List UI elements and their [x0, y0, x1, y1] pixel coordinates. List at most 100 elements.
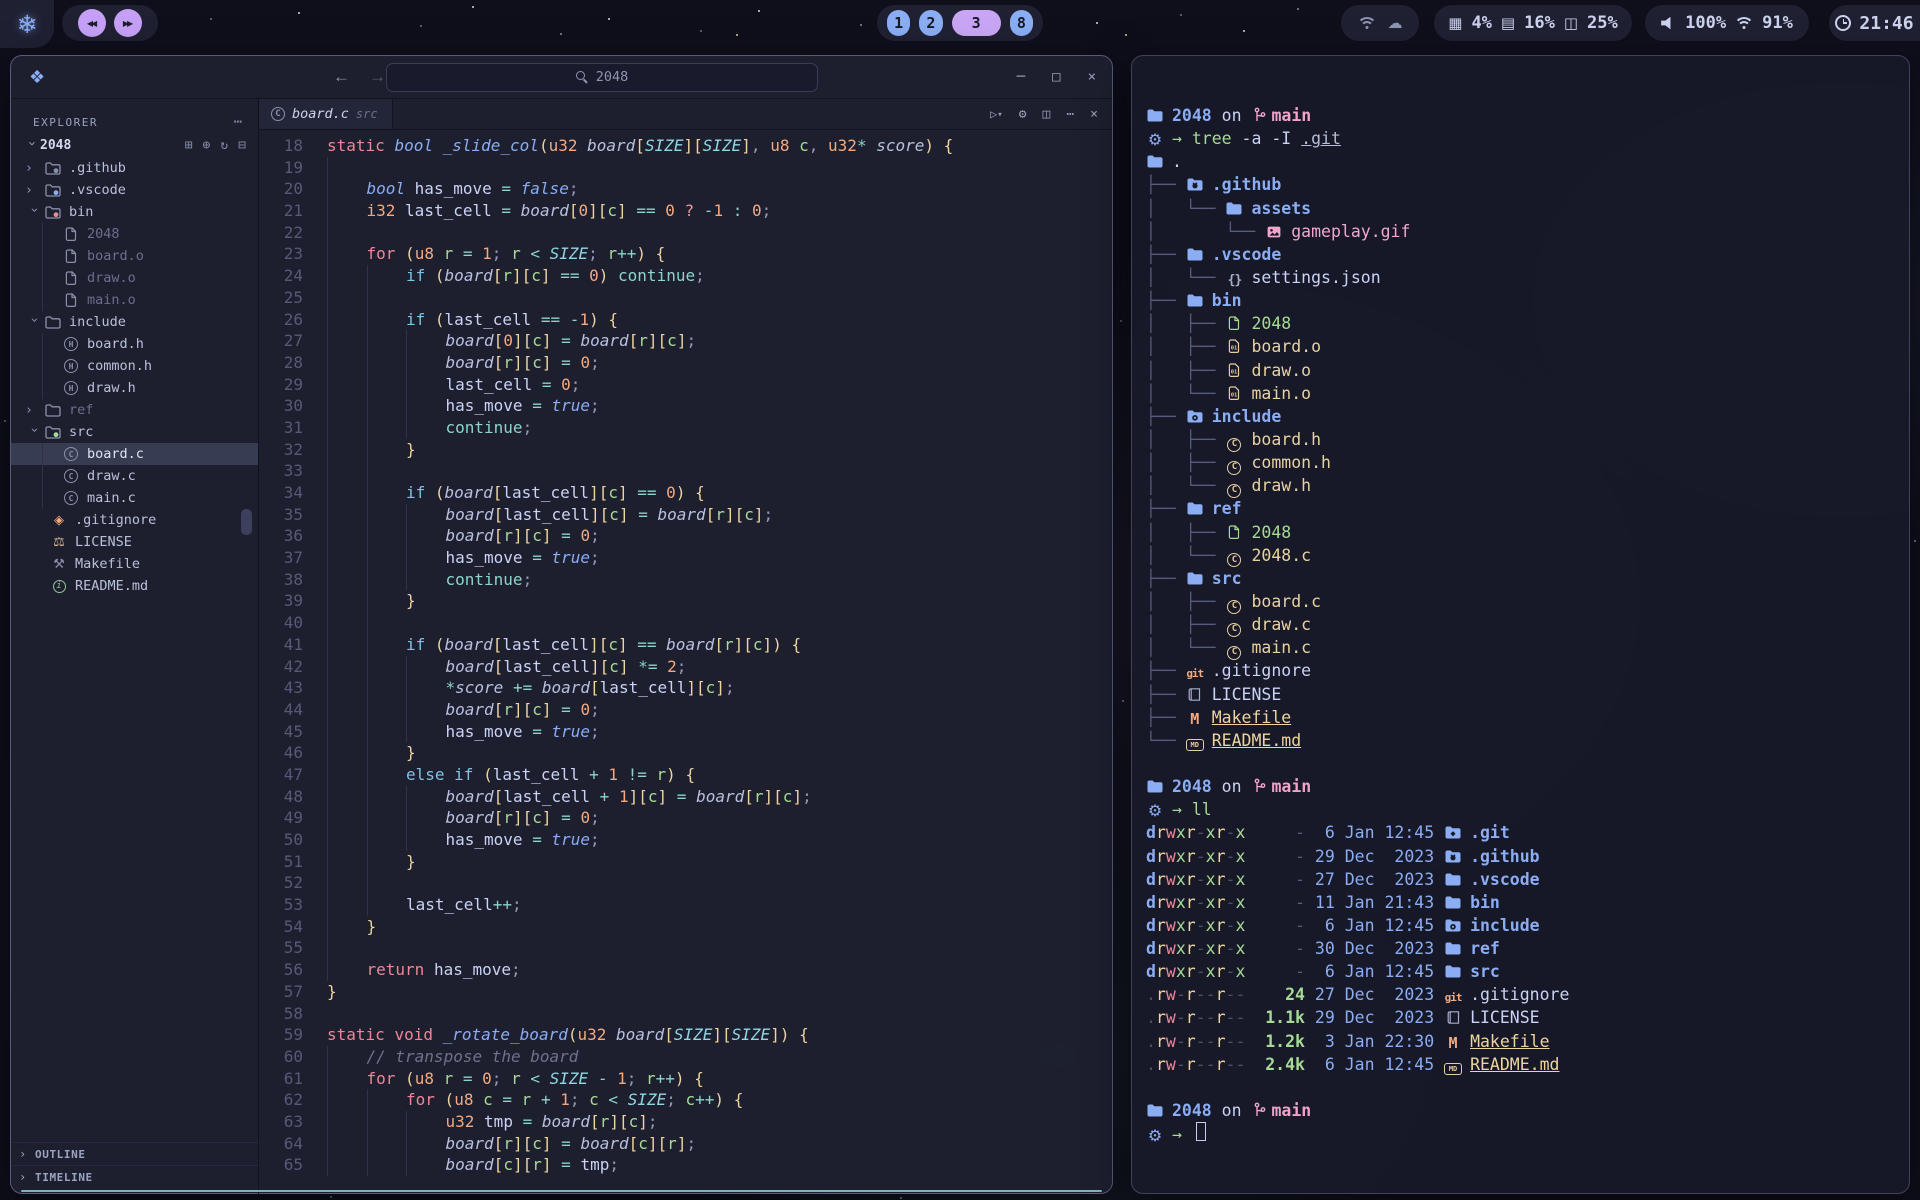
- command-center-search[interactable]: 2048: [386, 63, 818, 92]
- timeline-section[interactable]: › TIMELINE: [11, 1165, 258, 1188]
- new-folder-icon[interactable]: ⊕: [203, 138, 211, 153]
- code-line-18[interactable]: 18static bool _slide_col(u32 board[SIZE]…: [259, 135, 1112, 157]
- explorer-item-bin[interactable]: ›bin: [11, 201, 258, 223]
- workspace-button-1[interactable]: 1: [887, 10, 910, 36]
- code-line-36[interactable]: 36board[r][c] = 0;: [259, 525, 1112, 547]
- explorer-item-board.o[interactable]: board.o: [11, 245, 258, 267]
- collapse-all-icon[interactable]: ⊟: [238, 138, 246, 153]
- code-line-34[interactable]: 34if (board[last_cell][c] == 0) {: [259, 482, 1112, 504]
- code-line-53[interactable]: 53last_cell++;: [259, 894, 1112, 916]
- code-line-52[interactable]: 52: [259, 872, 1112, 894]
- maximize-button[interactable]: □: [1052, 69, 1060, 85]
- navigate-back-button[interactable]: ←: [333, 67, 350, 87]
- explorer-more-actions-icon[interactable]: ⋯: [234, 114, 242, 130]
- navigate-forward-button[interactable]: →: [369, 67, 386, 87]
- code-line-43[interactable]: 43*score += board[last_cell][c];: [259, 677, 1112, 699]
- close-button[interactable]: ×: [1088, 69, 1096, 85]
- code-line-47[interactable]: 47else if (last_cell + 1 != r) {: [259, 764, 1112, 786]
- code-line-27[interactable]: 27board[0][c] = board[r][c];: [259, 330, 1112, 352]
- code-line-62[interactable]: 62for (u8 c = r + 1; c < SIZE; c++) {: [259, 1089, 1112, 1111]
- explorer-item-include[interactable]: ›include: [11, 311, 258, 333]
- terminal-window[interactable]: 2048 on main⚙→ tree -a -I .git.├── .gith…: [1131, 55, 1910, 1194]
- outline-section[interactable]: › OUTLINE: [11, 1142, 258, 1165]
- code-line-45[interactable]: 45has_move = true;: [259, 721, 1112, 743]
- code-line-38[interactable]: 38continue;: [259, 569, 1112, 591]
- media-next-button[interactable]: ▶▶: [114, 9, 142, 37]
- code-line-21[interactable]: 21i32 last_cell = board[0][c] == 0 ? -1 …: [259, 200, 1112, 222]
- explorer-item-.github[interactable]: ›.github: [11, 157, 258, 179]
- code-line-41[interactable]: 41if (board[last_cell][c] == board[r][c]…: [259, 634, 1112, 656]
- code-line-63[interactable]: 63u32 tmp = board[r][c];: [259, 1111, 1112, 1133]
- code-line-54[interactable]: 54}: [259, 916, 1112, 938]
- code-line-32[interactable]: 32}: [259, 439, 1112, 461]
- code-line-51[interactable]: 51}: [259, 851, 1112, 873]
- explorer-item-Makefile[interactable]: ⚒Makefile: [11, 553, 258, 575]
- more-actions-icon[interactable]: ⋯: [1066, 107, 1074, 122]
- split-editor-icon[interactable]: ◫: [1043, 107, 1051, 122]
- explorer-item-README.md[interactable]: iREADME.md: [11, 575, 258, 597]
- refresh-icon[interactable]: ↻: [220, 138, 228, 153]
- code-line-35[interactable]: 35board[last_cell][c] = board[r][c];: [259, 504, 1112, 526]
- project-root-row[interactable]: › 2048 ⊞ ⊕ ↻ ⊟: [11, 133, 258, 157]
- minimize-button[interactable]: ─: [1017, 69, 1025, 85]
- explorer-item-.gitignore[interactable]: ◈.gitignore: [11, 509, 258, 531]
- code-line-42[interactable]: 42board[last_cell][c] *= 2;: [259, 656, 1112, 678]
- code-line-58[interactable]: 58: [259, 1003, 1112, 1025]
- ghf-icon: [1444, 850, 1462, 863]
- code-line-48[interactable]: 48board[last_cell + 1][c] = board[r][c];: [259, 786, 1112, 808]
- code-line-64[interactable]: 64board[r][c] = board[c][r];: [259, 1133, 1112, 1155]
- code-line-61[interactable]: 61for (u8 r = 0; r < SIZE - 1; r++) {: [259, 1068, 1112, 1090]
- code-line-50[interactable]: 50has_move = true;: [259, 829, 1112, 851]
- code-line-22[interactable]: 22: [259, 222, 1112, 244]
- code-line-29[interactable]: 29last_cell = 0;: [259, 374, 1112, 396]
- code-line-59[interactable]: 59static void _rotate_board(u32 board[SI…: [259, 1024, 1112, 1046]
- explorer-item-draw.o[interactable]: draw.o: [11, 267, 258, 289]
- workspace-button-8[interactable]: 8: [1010, 10, 1033, 36]
- code-line-44[interactable]: 44board[r][c] = 0;: [259, 699, 1112, 721]
- workspace-button-3[interactable]: 3: [952, 10, 1001, 36]
- code-line-60[interactable]: 60// transpose the board: [259, 1046, 1112, 1068]
- explorer-item-board.c[interactable]: Cboard.c: [11, 443, 258, 465]
- sidebar-scrollbar[interactable]: [241, 509, 252, 535]
- new-file-icon[interactable]: ⊞: [185, 138, 193, 153]
- code-line-28[interactable]: 28board[r][c] = 0;: [259, 352, 1112, 374]
- settings-gear-icon[interactable]: ⚙: [1019, 107, 1027, 122]
- code-line-33[interactable]: 33: [259, 460, 1112, 482]
- explorer-item-draw.c[interactable]: Cdraw.c: [11, 465, 258, 487]
- code-line-19[interactable]: 19: [259, 157, 1112, 179]
- explorer-item-main.o[interactable]: main.o: [11, 289, 258, 311]
- nix-launcher-tile[interactable]: ❄: [0, 0, 54, 48]
- workspace-button-2[interactable]: 2: [919, 10, 942, 36]
- code-editor[interactable]: 18static bool _slide_col(u32 board[SIZE]…: [259, 130, 1112, 1194]
- explorer-item-2048[interactable]: 2048: [11, 223, 258, 245]
- explorer-item-LICENSE[interactable]: ⚖LICENSE: [11, 531, 258, 553]
- code-line-23[interactable]: 23for (u8 r = 1; r < SIZE; r++) {: [259, 243, 1112, 265]
- code-line-20[interactable]: 20bool has_move = false;: [259, 178, 1112, 200]
- code-line-30[interactable]: 30has_move = true;: [259, 395, 1112, 417]
- code-line-40[interactable]: 40: [259, 612, 1112, 634]
- run-debug-icon[interactable]: ▷▾: [990, 107, 1003, 121]
- code-line-65[interactable]: 65board[c][r] = tmp;: [259, 1154, 1112, 1176]
- code-line-39[interactable]: 39}: [259, 590, 1112, 612]
- code-line-24[interactable]: 24if (board[r][c] == 0) continue;: [259, 265, 1112, 287]
- tab-board.c[interactable]: C board.c src: [259, 99, 393, 129]
- close-editor-icon[interactable]: ×: [1090, 107, 1098, 122]
- media-previous-button[interactable]: ◀◀: [78, 9, 106, 37]
- code-line-31[interactable]: 31continue;: [259, 417, 1112, 439]
- code-line-55[interactable]: 55: [259, 937, 1112, 959]
- explorer-item-ref[interactable]: ›ref: [11, 399, 258, 421]
- explorer-item-.vscode[interactable]: ›.vscode: [11, 179, 258, 201]
- explorer-item-board.h[interactable]: Hboard.h: [11, 333, 258, 355]
- explorer-item-common.h[interactable]: Hcommon.h: [11, 355, 258, 377]
- code-line-57[interactable]: 57}: [259, 981, 1112, 1003]
- explorer-item-draw.h[interactable]: Hdraw.h: [11, 377, 258, 399]
- code-line-49[interactable]: 49board[r][c] = 0;: [259, 807, 1112, 829]
- code-line-26[interactable]: 26if (last_cell == -1) {: [259, 309, 1112, 331]
- code-line-37[interactable]: 37has_move = true;: [259, 547, 1112, 569]
- code-line-25[interactable]: 25: [259, 287, 1112, 309]
- line-number: 57: [259, 981, 303, 1003]
- code-line-56[interactable]: 56return has_move;: [259, 959, 1112, 981]
- explorer-item-src[interactable]: ›src: [11, 421, 258, 443]
- code-line-46[interactable]: 46}: [259, 742, 1112, 764]
- explorer-item-main.c[interactable]: Cmain.c: [11, 487, 258, 509]
